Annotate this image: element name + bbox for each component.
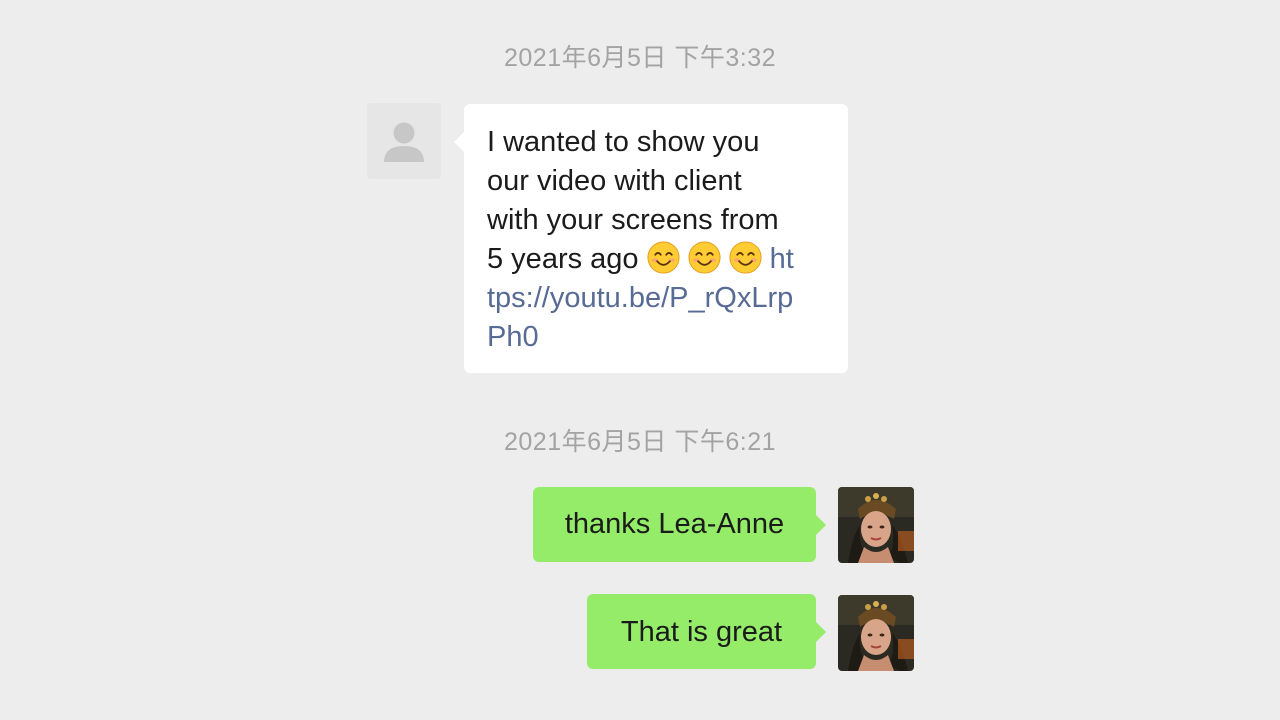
- emoji-group: [647, 241, 770, 275]
- chat-view: 2021年6月5日 下午3:32 I wanted to show you ou…: [0, 0, 1280, 720]
- link-text[interactable]: ht: [770, 243, 794, 275]
- message-text: thanks Lea-Anne: [564, 508, 785, 540]
- user-avatar[interactable]: [838, 595, 914, 671]
- message-text: That is great: [620, 616, 783, 648]
- message-timestamp: 2021年6月5日 下午3:32: [503, 44, 777, 72]
- message-text: I wanted to show you our video with clie…: [487, 123, 828, 357]
- smiling-face-icon: [729, 241, 762, 274]
- message-line: 5 years ago: [487, 243, 647, 275]
- message-timestamp: 2021年6月5日 下午6:21: [503, 428, 777, 456]
- outgoing-message-bubble[interactable]: That is great: [587, 594, 826, 669]
- message-line: I wanted to show you: [487, 126, 760, 158]
- user-avatar[interactable]: [838, 487, 914, 563]
- smiling-face-icon: [688, 241, 721, 274]
- message-line: our video with client: [487, 165, 742, 197]
- sender-avatar[interactable]: [367, 103, 441, 179]
- incoming-message-bubble[interactable]: I wanted to show you our video with clie…: [454, 104, 848, 373]
- link-text[interactable]: tps://youtu.be/P_rQxLrp: [487, 282, 793, 314]
- link-text[interactable]: Ph0: [487, 321, 539, 353]
- profile-photo: [838, 487, 914, 563]
- message-line: with your screens from: [487, 204, 779, 236]
- profile-photo: [838, 595, 914, 671]
- smiling-face-icon: [647, 241, 680, 274]
- default-user-icon: [384, 122, 424, 162]
- outgoing-message-bubble[interactable]: thanks Lea-Anne: [533, 487, 826, 562]
